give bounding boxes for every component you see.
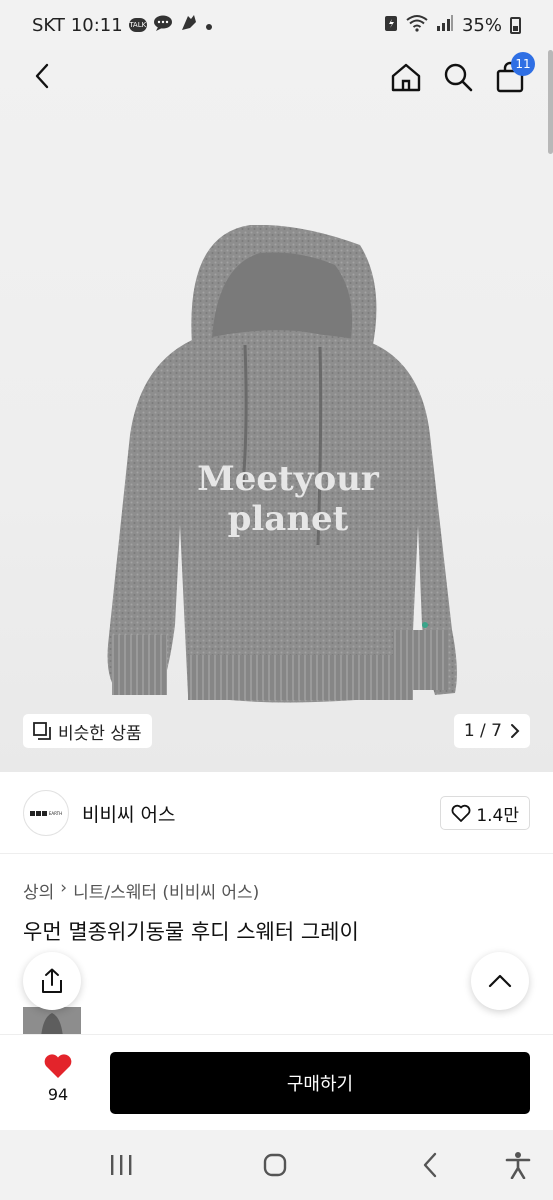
product-image-area[interactable]: 11 Meetyour planet 비슷한 상품 1 / 7 [0, 50, 553, 772]
carrier-label: SKT [32, 14, 65, 36]
brand-logo[interactable]: EARTH [23, 790, 69, 836]
product-thumbnail[interactable] [23, 1007, 81, 1037]
home-icon [391, 63, 421, 92]
cart-count-badge: 11 [511, 52, 535, 76]
page-counter-text: 1 / 7 [463, 721, 502, 741]
category-main[interactable]: 상의 [23, 878, 54, 903]
search-icon [444, 63, 473, 92]
similar-products-label: 비슷한 상품 [58, 723, 142, 744]
share-icon [42, 968, 62, 993]
search-button[interactable] [441, 60, 475, 94]
nav-actions: 11 [389, 52, 535, 94]
share-button[interactable] [23, 952, 81, 1010]
back-button[interactable] [26, 60, 58, 92]
kakaotalk-icon: TALK [128, 18, 147, 32]
back-chevron-icon [35, 63, 49, 89]
home-circle-icon [263, 1153, 287, 1177]
category-sub[interactable]: 니트/스웨터 (비비씨 어스) [73, 878, 259, 903]
heart-outline-icon [451, 804, 471, 822]
back-arrow-icon [423, 1152, 437, 1178]
battery-icon [510, 16, 521, 34]
scroll-to-top-button[interactable] [471, 952, 529, 1010]
status-right: 35% [384, 14, 521, 37]
battery-percent: 35% [461, 14, 502, 36]
cart-button[interactable]: 11 [493, 52, 535, 94]
product-photo-hoodie: Meetyour planet [107, 225, 457, 703]
print-text-line2: planet [228, 499, 349, 539]
clock: 10:11 [70, 14, 123, 36]
breadcrumb-separator: › [60, 878, 68, 898]
home-nav-button[interactable] [260, 1150, 290, 1180]
status-left: SKT 10:11 TALK [32, 13, 213, 38]
wishlist-button[interactable]: 94 [28, 1053, 88, 1104]
recent-apps-icon [111, 1155, 132, 1175]
similar-products-button[interactable]: 비슷한 상품 [23, 714, 152, 748]
heart-filled-icon [44, 1054, 72, 1078]
logo-square [35, 810, 41, 816]
signal-icon [436, 14, 454, 36]
purchase-action-bar: 94 구매하기 [0, 1034, 553, 1130]
system-navigation-bar [0, 1130, 553, 1200]
brand-row: EARTH 비비씨 어스 1.4만 [0, 772, 553, 854]
brand-like-button[interactable]: 1.4만 [440, 796, 530, 830]
logo-text: EARTH [48, 810, 63, 816]
category-breadcrumb: 상의 › 니트/스웨터 (비비씨 어스) [23, 878, 259, 903]
wifi-icon [406, 14, 428, 37]
home-button[interactable] [389, 60, 423, 94]
logo-square [41, 810, 47, 816]
buy-button[interactable]: 구매하기 [110, 1052, 530, 1114]
similar-items-icon [33, 722, 51, 740]
status-bar: SKT 10:11 TALK 35% [0, 0, 553, 50]
app-notification-icon [179, 13, 199, 38]
brand-like-count: 1.4만 [476, 805, 519, 826]
top-nav: 11 [0, 50, 553, 106]
message-icon [153, 15, 173, 36]
accessibility-button[interactable] [503, 1150, 533, 1180]
chevron-up-icon [488, 974, 512, 988]
scroll-indicator[interactable] [548, 50, 553, 154]
system-back-button[interactable] [415, 1150, 445, 1180]
logo-square [29, 810, 35, 816]
brand-name[interactable]: 비비씨 어스 [82, 800, 175, 827]
more-notifications-dot [205, 15, 213, 36]
product-title: 우먼 멸종위기동물 후디 스웨터 그레이 [23, 920, 359, 944]
battery-saver-icon [384, 14, 398, 37]
accessibility-icon [505, 1152, 531, 1179]
recent-apps-button[interactable] [106, 1150, 136, 1180]
print-text-line1: Meetyour [197, 459, 380, 499]
image-page-counter[interactable]: 1 / 7 [453, 714, 530, 748]
chevron-right-icon [511, 724, 520, 738]
wishlist-count: 94 [47, 1085, 69, 1104]
